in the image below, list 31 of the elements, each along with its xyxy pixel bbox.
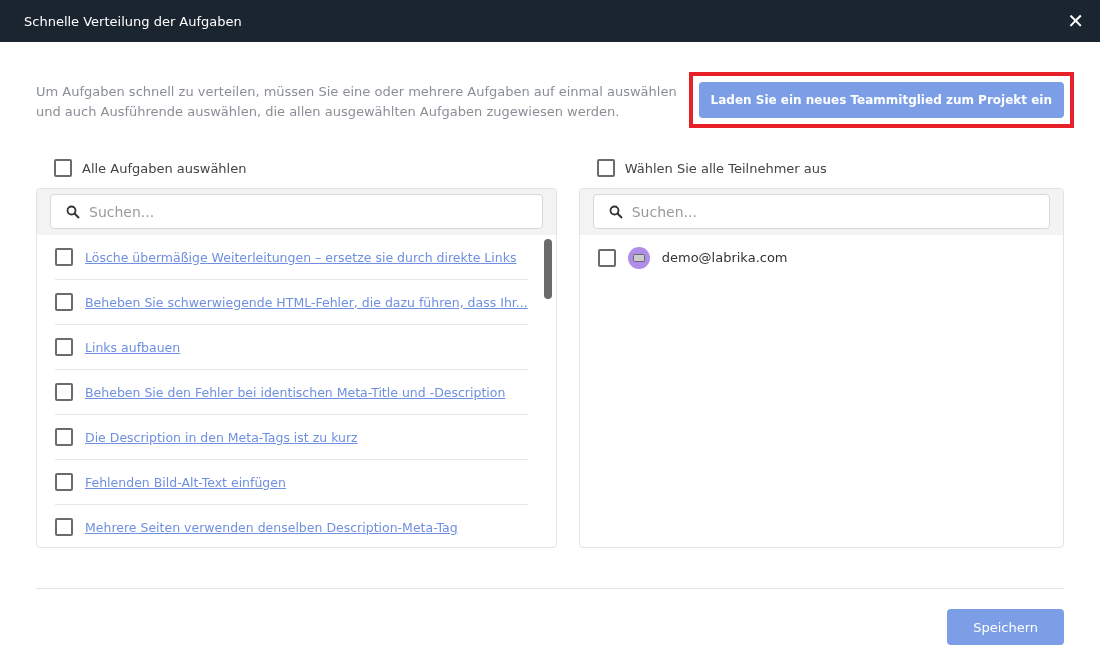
checkbox[interactable]: [55, 383, 73, 401]
task-link[interactable]: Mehrere Seiten verwenden denselben Description-Meta-Tag: [85, 519, 458, 535]
intro-text: Um Aufgaben schnell zu verteilen, müssen Sie eine oder mehrere Aufgaben auf einmal auswählen und auch Ausführende auswählen, die allen ausgewählten Aufgaben zugewiesen werden.: [36, 83, 678, 121]
window-title: Schnelle Verteilung der Aufgaben: [24, 13, 242, 29]
search-field[interactable]: Suchen...: [50, 194, 543, 229]
checkbox[interactable]: [54, 159, 72, 177]
avatar-icon: [627, 246, 650, 269]
task-link[interactable]: Beheben Sie schwerwiegende HTML-Fehler, die dazu führen, dass Ihr...: [85, 294, 528, 310]
task-link[interactable]: Beheben Sie den Fehler bei identischen Meta-Title und -Description: [85, 384, 506, 400]
task-link[interactable]: Links aufbauen: [85, 339, 181, 355]
search-field[interactable]: Suchen...: [592, 194, 1050, 229]
task-link[interactable]: Lösche übermäßige Weiterleitungen – ersetze sie durch direkte Links: [85, 249, 517, 265]
checkbox[interactable]: [55, 473, 73, 491]
checkbox[interactable]: [55, 248, 73, 266]
checkbox[interactable]: [55, 428, 73, 446]
checkbox[interactable]: [55, 338, 73, 356]
checkbox[interactable]: [55, 518, 73, 536]
task-link[interactable]: Die Description in den Meta-Tags ist zu kurz: [85, 429, 358, 445]
save-button[interactable]: Speichern: [947, 609, 1064, 645]
checkbox[interactable]: [55, 293, 73, 311]
invite-button[interactable]: Laden Sie ein neues Teammitglied zum Projekt ein: [698, 82, 1064, 118]
scrollbar-thumb[interactable]: [543, 239, 552, 299]
close-button[interactable]: ✕: [1063, 9, 1088, 33]
select-all-label: Wählen Sie alle Teilnehmer aus: [624, 160, 827, 176]
member-email: demo@labrika.com: [661, 250, 788, 265]
search-icon: [608, 205, 623, 219]
task-link[interactable]: Fehlenden Bild-Alt-Text einfügen: [85, 474, 286, 490]
checkbox[interactable]: [596, 159, 615, 177]
select-all-label: Alle Aufgaben auswählen: [82, 160, 247, 176]
search-icon: [66, 205, 80, 219]
checkbox[interactable]: [597, 248, 616, 267]
